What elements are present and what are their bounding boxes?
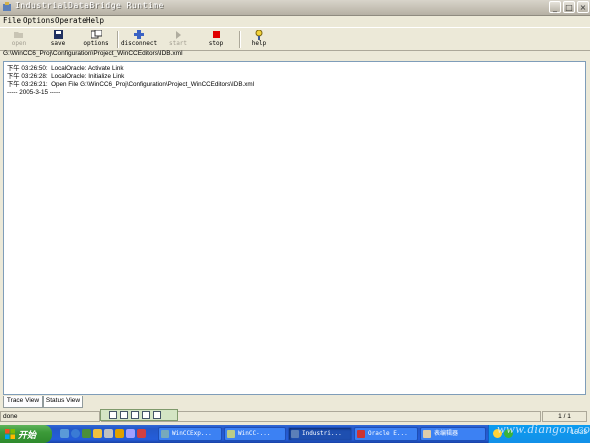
start-label: 开始 [18,430,37,440]
menu-options[interactable]: Options [23,16,55,25]
ime-keyboard-icon[interactable] [120,411,128,419]
wincc-icon [161,430,169,438]
disconnect-label: disconnect [120,40,158,47]
tab-trace-view[interactable]: Trace View [3,396,43,408]
menu-help[interactable]: Help [86,16,104,25]
table-icon [423,430,431,438]
log-line: 下午 03:26:28: LocalOracle: Initialize Lin… [7,73,125,80]
title-bar[interactable]: IndustrialDataBridge Runtime _ □ × [0,0,590,16]
tab-status-view[interactable]: Status View [43,396,83,408]
toolbar: open save options disconnect start stop … [0,27,590,51]
task-label: WinCC-... [238,430,271,437]
disconnect-plug-icon [134,30,144,39]
quicklaunch-app-icon[interactable] [115,429,124,438]
red-stop-square-icon [212,31,220,38]
quicklaunch-media-icon[interactable] [82,429,91,438]
options-button[interactable]: options [74,29,118,50]
options-label: options [83,40,109,47]
quicklaunch-app-icon[interactable] [104,429,113,438]
task-label: Industri... [302,430,342,437]
minimize-button[interactable]: _ [549,1,561,13]
app-icon [291,430,299,438]
quicklaunch-folder-icon[interactable] [93,429,102,438]
ime-pen-icon[interactable] [131,411,139,419]
task-label: Oracle E... [368,430,408,437]
task-label: WinCCExp... [172,430,212,437]
quicklaunch-app-icon[interactable] [137,429,146,438]
ime-options-icon[interactable] [167,411,175,419]
task-industrial-databridge[interactable]: Industri... [288,427,352,441]
watermark: www.diangon.com [497,421,590,436]
trace-log[interactable]: 下午 03:26:50: LocalOracle: Activate Link … [3,61,586,395]
disconnect-button[interactable]: disconnect [117,29,161,50]
ime-tool-icon[interactable] [142,411,150,419]
wincc-icon [227,430,235,438]
close-button[interactable]: × [577,1,589,13]
task-wincc-explorer[interactable]: WinCCExp... [158,427,222,441]
menu-operate[interactable]: Operate [55,16,87,25]
start-button[interactable]: 开始 [0,425,52,443]
task-wincc[interactable]: WinCC-... [224,427,286,441]
windows-flag-icon [5,429,15,439]
stop-button[interactable]: stop [194,29,238,50]
play-arrow-icon [175,30,181,39]
task-oracle[interactable]: Oracle E... [354,427,418,441]
window-title: IndustrialDataBridge Runtime [15,1,164,10]
log-line: ----- 2005-3-15 ----- [7,89,61,96]
quicklaunch-desktop-icon[interactable] [60,429,69,438]
quicklaunch-ie-icon[interactable] [71,429,80,438]
open-button[interactable]: open [0,29,41,50]
ime-help-icon[interactable] [153,411,161,419]
language-bar[interactable] [100,409,178,421]
menu-file[interactable]: File [3,16,21,25]
task-label: 表编辑器 [434,430,459,437]
floppy-disk-icon [53,30,63,39]
stop-label: stop [208,40,224,47]
help-label: help [251,40,267,47]
help-button[interactable]: help [237,29,281,50]
file-path-label: G:\WinCC6_Proj\Configuration\Project_Win… [3,50,183,57]
help-question-icon [255,29,263,40]
task-table-editor[interactable]: 表编辑器 [420,427,486,441]
open-label: open [11,40,27,47]
options-window-icon [90,30,102,39]
ime-mode-icon[interactable] [109,411,117,419]
open-folder-icon [14,32,23,38]
log-line: 下午 03:26:50: LocalOracle: Activate Link [7,65,124,72]
oracle-icon [357,430,365,438]
app-icon [3,2,11,11]
log-line: 下午 03:26:21: Open File G:\WinCC6_Proj\Co… [7,81,255,88]
maximize-button[interactable]: □ [563,1,575,13]
menu-bar: File Options Operate Help [0,15,590,26]
status-text: done [0,411,100,422]
quicklaunch-app-icon[interactable] [126,429,135,438]
